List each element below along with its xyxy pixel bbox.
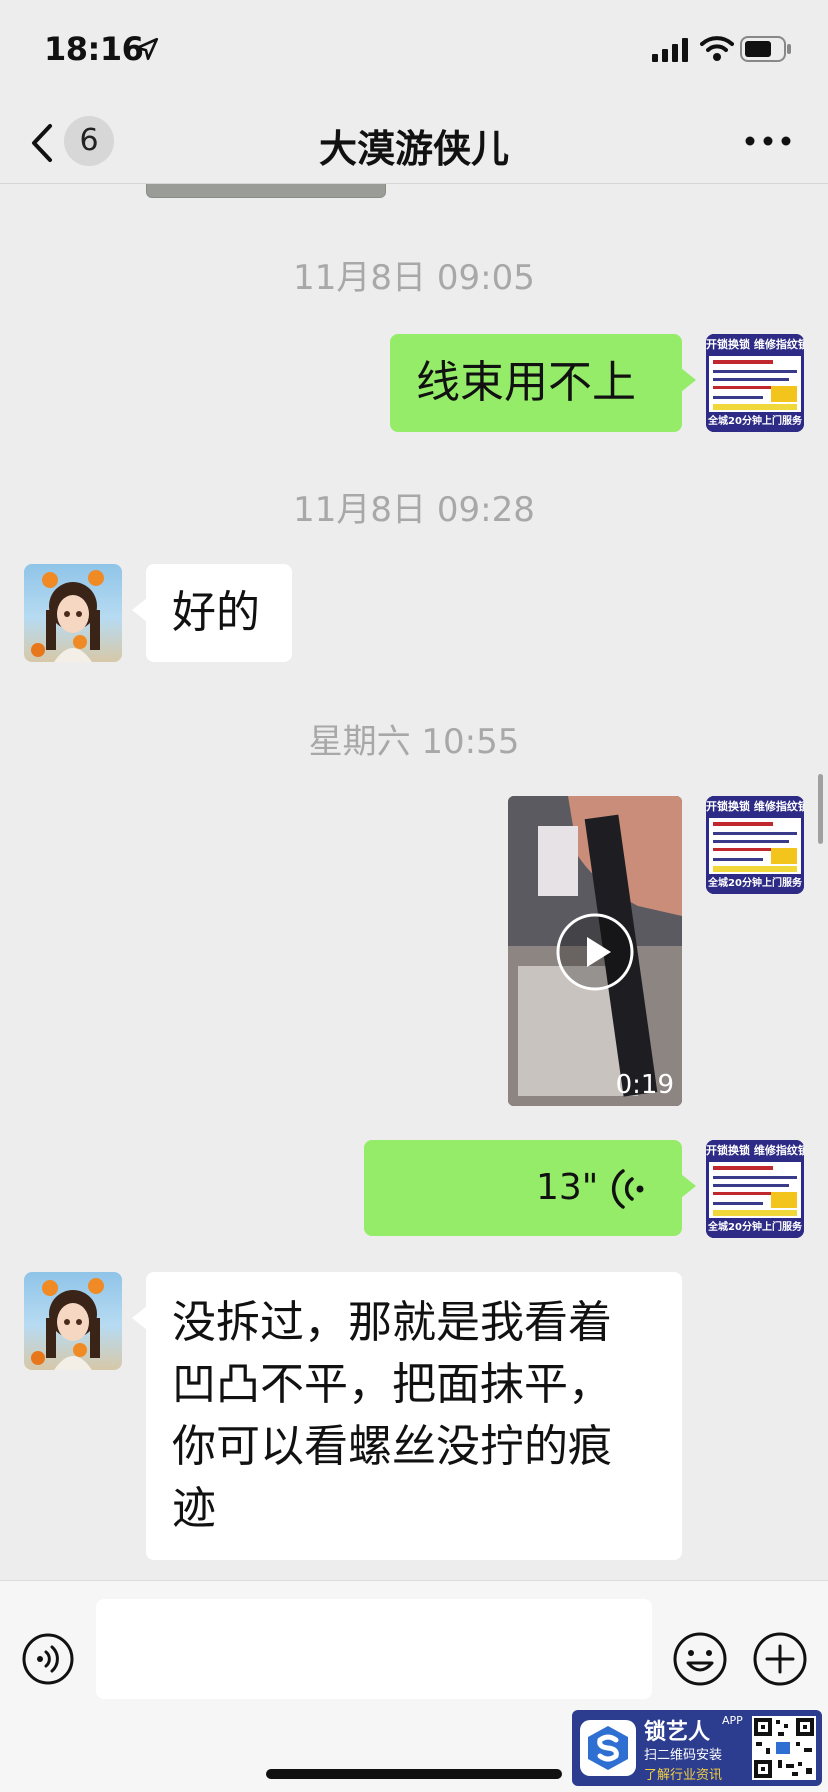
- video-message-thumbnail[interactable]: 0:19: [508, 796, 682, 1106]
- timestamp: 星期六 10:55: [308, 722, 520, 762]
- avatar-top-text: 开锁换锁 维修指纹锁: [706, 334, 804, 356]
- emoji-icon[interactable]: [672, 1631, 728, 1687]
- qr-code-icon[interactable]: [752, 1716, 816, 1780]
- message-text-line: 没拆过，那就是我看着: [172, 1297, 612, 1348]
- timestamp: 11月8日 09:28: [293, 490, 535, 530]
- voice-wave-icon: [611, 1169, 644, 1209]
- contact-avatar[interactable]: [24, 564, 122, 662]
- message-text-line: 迹: [172, 1483, 216, 1534]
- message-text-line: 凹凸不平，把面抹平，: [172, 1359, 612, 1410]
- message-input[interactable]: [96, 1599, 652, 1699]
- watermark-caption-highlight: 了解行业资讯: [644, 1768, 723, 1783]
- chat-header: 6 大漠游侠儿: [0, 100, 828, 184]
- suoyiren-logo-icon: [580, 1720, 636, 1776]
- contact-avatar-illustration: [31, 1278, 104, 1370]
- incoming-text-bubble[interactable]: 好的: [132, 564, 292, 662]
- my-avatar[interactable]: 开锁换锁 维修指纹锁 全城20分钟上门服务: [706, 334, 804, 432]
- status-bar: 18:16: [0, 0, 828, 100]
- previous-image-message[interactable]: [146, 184, 386, 198]
- outgoing-text-bubble[interactable]: 线束用不上: [390, 334, 696, 432]
- watermark-app-label: APP: [722, 1714, 743, 1727]
- message-text: 线束用不上: [416, 357, 636, 408]
- video-duration: 0:19: [615, 1070, 674, 1100]
- more-options-icon[interactable]: [742, 126, 794, 156]
- wifi-icon: [700, 36, 734, 61]
- avatar-bottom-text: 全城20分钟上门服务: [706, 1218, 804, 1238]
- voice-message-bubble[interactable]: 13": [364, 1140, 696, 1236]
- watermark-brand-name: 锁艺人: [644, 1720, 711, 1745]
- home-indicator[interactable]: [266, 1769, 562, 1779]
- my-avatar[interactable]: 开锁换锁 维修指纹锁 全城20分钟上门服务: [706, 796, 804, 894]
- avatar-bottom-text: 全城20分钟上门服务: [706, 874, 804, 894]
- watermark-banner: 锁艺人 APP 扫二维码安装 了解行业资讯: [572, 1710, 822, 1786]
- status-time: 18:16: [44, 30, 144, 68]
- my-avatar[interactable]: 开锁换锁 维修指纹锁 全城20分钟上门服务: [706, 1140, 804, 1238]
- contact-avatar-illustration: [31, 570, 104, 662]
- message-text-line: 你可以看螺丝没拧的痕: [172, 1421, 612, 1472]
- incoming-text-bubble[interactable]: 没拆过，那就是我看着 凹凸不平，把面抹平， 你可以看螺丝没拧的痕 迹: [132, 1272, 682, 1560]
- message-text: 好的: [172, 587, 260, 638]
- avatar-top-text: 开锁换锁 维修指纹锁: [706, 796, 804, 818]
- cellular-signal-icon: [652, 38, 688, 62]
- timestamp: 11月8日 09:05: [293, 258, 535, 298]
- play-icon[interactable]: [555, 912, 635, 992]
- message-list[interactable]: 11月8日 09:05 线束用不上 开锁换锁 维修指纹锁 全城20分钟上门服务 …: [0, 184, 828, 1580]
- avatar-top-text: 开锁换锁 维修指纹锁: [706, 1140, 804, 1162]
- avatar-bottom-text: 全城20分钟上门服务: [706, 412, 804, 432]
- location-arrow-icon: [135, 37, 159, 61]
- contact-avatar[interactable]: [24, 1272, 122, 1370]
- voice-duration: 13": [536, 1167, 599, 1208]
- add-attachment-icon[interactable]: [752, 1631, 808, 1687]
- watermark-caption: 扫二维码安装: [644, 1748, 723, 1763]
- chat-title: 大漠游侠儿: [318, 127, 509, 171]
- scroll-indicator[interactable]: [818, 774, 823, 844]
- voice-input-toggle-icon[interactable]: [22, 1633, 74, 1685]
- battery-icon: [740, 36, 791, 62]
